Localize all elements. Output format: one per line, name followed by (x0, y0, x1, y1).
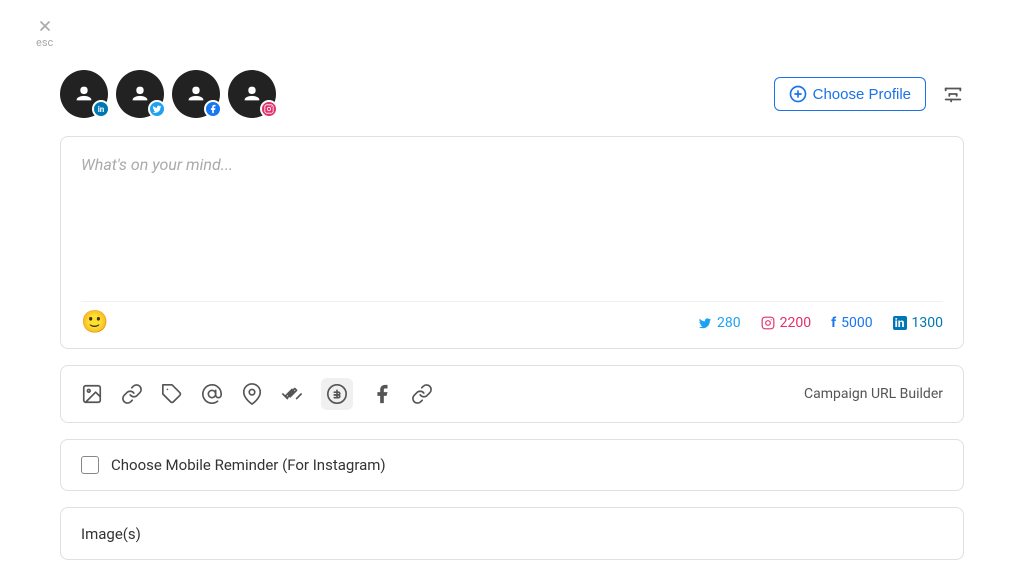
image-box: Image(s) (60, 507, 964, 560)
link2-icon[interactable] (411, 383, 433, 405)
toolbar: Campaign URL Builder (60, 365, 964, 423)
linkedin-count-icon: in (893, 316, 907, 330)
facebook-count-icon: f (831, 315, 836, 331)
image-icon[interactable] (81, 383, 103, 405)
handshake-icon[interactable] (281, 383, 303, 405)
esc-button[interactable]: esc (36, 18, 53, 49)
facebook-toolbar-icon[interactable] (371, 383, 393, 405)
linkedin-badge: in (92, 100, 110, 118)
esc-label: esc (36, 36, 53, 49)
profile-row: in (60, 70, 964, 118)
twitter-count-icon (698, 316, 712, 330)
tag-icon[interactable] (161, 383, 183, 405)
avatar-linkedin[interactable]: in (60, 70, 108, 118)
linkedin-char-count: in 1300 (893, 315, 943, 331)
choose-profile-label: Choose Profile (813, 86, 911, 103)
avatar-instagram[interactable] (228, 70, 276, 118)
instagram-badge (260, 100, 278, 118)
filter-icon[interactable] (942, 83, 964, 105)
compose-footer: 🙂 280 2200 f 5000 in 1300 (81, 301, 943, 334)
image-box-header: Image(s) (81, 525, 141, 543)
reminder-label[interactable]: Choose Mobile Reminder (For Instagram) (111, 456, 386, 474)
mention-icon[interactable] (201, 383, 223, 405)
instagram-char-count: 2200 (761, 315, 811, 331)
link-icon[interactable] (121, 383, 143, 405)
compose-box: 🙂 280 2200 f 5000 in 1300 (60, 136, 964, 349)
twitter-char-count: 280 (698, 315, 741, 331)
location-icon[interactable] (241, 383, 263, 405)
instagram-count-icon (761, 316, 775, 330)
avatar-facebook[interactable] (172, 70, 220, 118)
facebook-badge (204, 100, 222, 118)
linkedin-count-value: 1300 (912, 315, 943, 331)
choose-profile-button[interactable]: Choose Profile (774, 77, 926, 111)
emoji-button[interactable]: 🙂 (81, 312, 108, 334)
twitter-count-value: 280 (717, 315, 741, 331)
reminder-box: Choose Mobile Reminder (For Instagram) (60, 439, 964, 491)
campaign-url-label: Campaign URL Builder (804, 386, 943, 402)
paid-icon[interactable] (321, 378, 353, 410)
instagram-count-value: 2200 (780, 315, 811, 331)
facebook-count-value: 5000 (841, 315, 872, 331)
profile-avatars: in (60, 70, 276, 118)
profile-actions: Choose Profile (774, 77, 964, 111)
campaign-url-builder[interactable]: Campaign URL Builder (804, 386, 943, 402)
char-counts: 280 2200 f 5000 in 1300 (698, 315, 943, 331)
reminder-checkbox[interactable] (81, 456, 99, 474)
twitter-badge (148, 100, 166, 118)
compose-textarea[interactable] (81, 155, 943, 285)
avatar-twitter[interactable] (116, 70, 164, 118)
facebook-char-count: f 5000 (831, 315, 873, 331)
